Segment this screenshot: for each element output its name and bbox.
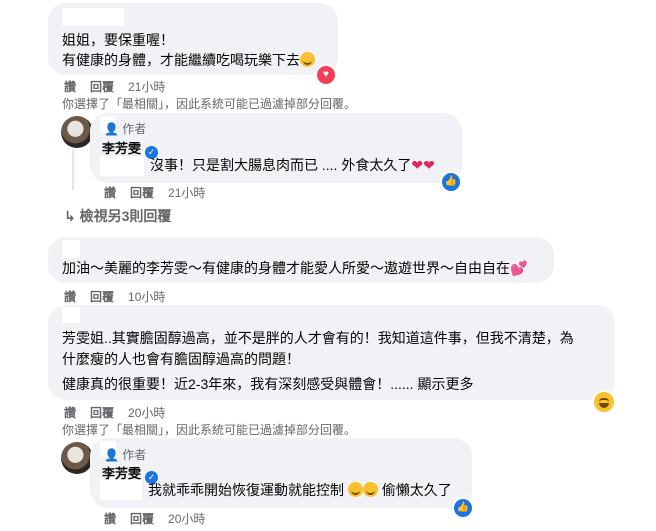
author-person-icon: 👤 [104,448,119,462]
like-button[interactable]: 讚 [64,288,76,305]
comment-1-line-2-text: 有健康的身體，才能繼續吃喝玩樂下去 [62,52,300,68]
grin-emoji-icon [362,482,378,497]
like-reaction-icon[interactable]: 👍 [440,171,462,193]
reply-2-actions: 讚回覆 20小時 [104,510,219,527]
author-avatar[interactable] [61,116,93,148]
haha-reaction-icon[interactable] [592,390,616,414]
reply-1-actions: 讚回覆 21小時 [104,184,219,201]
author-avatar[interactable] [61,442,93,474]
smile-emoji-icon [300,52,315,67]
timestamp[interactable]: 20小時 [128,404,165,421]
reply-button[interactable]: 回覆 [130,510,154,527]
timestamp[interactable]: 10小時 [128,288,165,305]
author-tag-label: 作者 [122,122,147,136]
comment-3-line-2: 什麼瘦的人也會有膽固醇過高的問題！ [62,351,300,367]
heart-emoji-icon: ❤ [423,157,435,173]
author-tag: 👤 作者 [104,446,146,463]
reply-arrow-icon: ↳ [64,208,76,224]
comment-2-text-row: 加油～美麗的李芳雯～有健康的身體才能愛人所愛～遨遊世界～自由自在💕 [62,258,527,278]
like-button[interactable]: 讚 [64,78,76,95]
like-button[interactable]: 讚 [104,510,116,527]
comment-1-line-1: 姐姐，要保重喔！ [62,32,174,48]
grin-emoji-icon [347,482,363,497]
comment-2-text: 加油～美麗的李芳雯～有健康的身體才能愛人所愛～遨遊世界～自由自在 [62,260,510,276]
view-more-replies[interactable]: ↳ 檢視另3則回覆 [64,206,171,226]
comment-3-line-1: 芳雯姐..其實膽固醇過高，並不是胖的人才會有的！我知道這件事，但我不清楚，為 [62,330,574,346]
filter-notice: 你選擇了「最相關」，因此系統可能已過濾掉部分回覆。 [62,423,357,437]
timestamp[interactable]: 21小時 [128,78,165,95]
reply-button[interactable]: 回覆 [90,404,114,421]
comment-1-line-2: 有健康的身體，才能繼續吃喝玩樂下去 [62,50,315,70]
reply-2-text-a: 我就乖乖開始恢復運動就能控制 [148,482,344,498]
thread-line [72,150,74,190]
reply-redaction-block [100,156,144,176]
love-reaction-icon[interactable]: ♥ [315,64,337,86]
heart-emoji-icon: ❤ [411,157,424,173]
reply-button[interactable]: 回覆 [130,184,154,201]
hearts-emoji-icon: 💕 [510,260,528,276]
author-tag-label: 作者 [122,448,147,462]
reply-button[interactable]: 回覆 [90,288,114,305]
comment-1-actions: 讚回覆 21小時 [64,78,179,95]
view-more-label: 檢視另3則回覆 [79,208,172,224]
reply-2-text-row: 我就乖乖開始恢復運動就能控制 偷懶太久了 [148,480,452,500]
like-reaction-icon[interactable]: 👍 [452,497,474,519]
author-tag: 👤 作者 [104,120,146,137]
commenter-name-redacted [62,307,80,323]
reply-button[interactable]: 回覆 [90,78,114,95]
author-name-text: 李芳雯 [102,141,142,156]
reply-1-text-row: 沒事！只是割大腸息肉而已 .... 外食太久了❤❤ [150,155,435,175]
author-name-text: 李芳雯 [102,466,142,481]
like-button[interactable]: 讚 [64,404,76,421]
commenter-name-redacted [62,240,80,258]
comment-2-actions: 讚回覆 10小時 [64,288,179,305]
commenter-name-redacted [62,8,124,26]
comment-3-line-3: 健康真的很重要！近2-3年來，我有深刻感受與體會！...... 顯示更多 [62,376,474,392]
reply-redaction-block [100,480,142,500]
author-person-icon: 👤 [104,122,119,136]
like-button[interactable]: 讚 [104,184,116,201]
timestamp[interactable]: 21小時 [168,184,205,201]
reply-1-text: 沒事！只是割大腸息肉而已 .... 外食太久了 [150,157,412,173]
timestamp[interactable]: 20小時 [168,510,205,527]
filter-notice: 你選擇了「最相關」，因此系統可能已過濾掉部分回覆。 [62,97,357,111]
comment-3-actions: 讚回覆 20小時 [64,404,179,421]
reply-2-text-b: 偷懶太久了 [381,482,452,498]
